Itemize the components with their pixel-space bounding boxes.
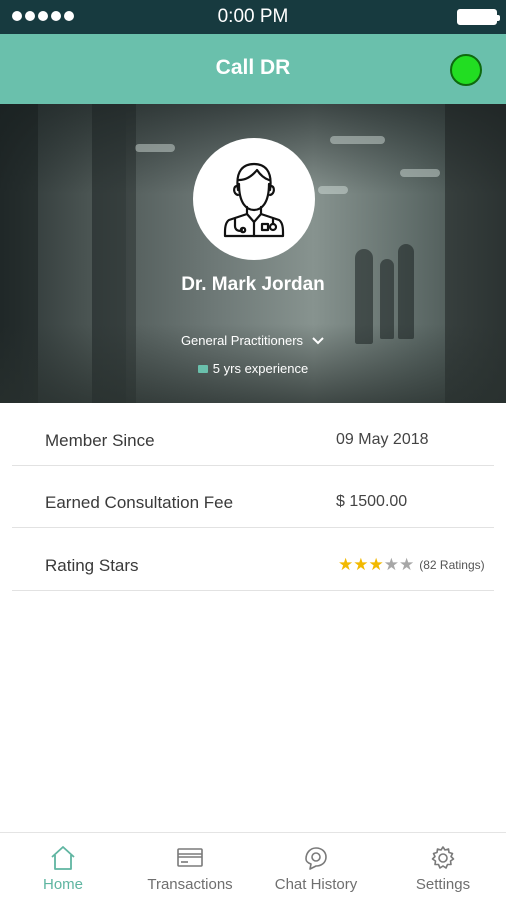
experience-label: 5 yrs experience bbox=[212, 361, 309, 376]
stars-group: ★ ★ ★ ★ ★ bbox=[338, 556, 414, 573]
briefcase-icon bbox=[197, 364, 208, 373]
profile-hero: Dr. Mark Jordan General Practitioners 5 … bbox=[0, 104, 506, 403]
online-status-indicator[interactable] bbox=[450, 54, 482, 86]
tab-home[interactable]: Home bbox=[0, 833, 126, 900]
battery-icon bbox=[457, 9, 500, 25]
card-icon bbox=[177, 848, 203, 867]
doctor-avatar bbox=[193, 138, 315, 260]
member-since-value: 09 May 2018 bbox=[336, 431, 429, 448]
member-since-label: Member Since bbox=[45, 431, 155, 450]
experience-info: 5 yrs experience bbox=[0, 361, 506, 376]
app-header: Call DR bbox=[0, 34, 506, 104]
chat-icon bbox=[305, 847, 327, 870]
star-icon: ★ bbox=[368, 555, 384, 574]
star-icon: ★ bbox=[338, 555, 354, 574]
doctor-name: Dr. Mark Jordan bbox=[181, 274, 325, 295]
tab-label: Home bbox=[42, 876, 83, 893]
chevron-down-icon bbox=[312, 336, 324, 344]
app-title: Call DR bbox=[215, 56, 291, 79]
consultation-fee-label: Earned Consultation Fee bbox=[45, 493, 234, 512]
member-since-row: Member Since 09 May 2018 bbox=[12, 404, 494, 466]
specialty-dropdown[interactable]: General Practitioners bbox=[0, 333, 506, 348]
star-icon: ★ bbox=[399, 555, 415, 574]
rating-label: Rating Stars bbox=[45, 556, 139, 575]
consultation-fee-value: $ 1500.00 bbox=[336, 493, 408, 510]
tab-label: Settings bbox=[415, 876, 471, 893]
tab-transactions[interactable]: Transactions bbox=[127, 833, 253, 900]
tab-label: Chat History bbox=[274, 876, 358, 893]
rating-stars: ★ ★ ★ ★ ★ (82 Ratings) bbox=[338, 556, 485, 573]
rating-count: (82 Ratings) bbox=[419, 557, 485, 572]
doctor-icon bbox=[223, 162, 285, 238]
home-icon bbox=[51, 846, 75, 870]
gear-icon bbox=[431, 846, 455, 869]
star-icon: ★ bbox=[353, 555, 369, 574]
tab-chat-history[interactable]: Chat History bbox=[253, 833, 379, 900]
tab-settings[interactable]: Settings bbox=[380, 833, 506, 900]
star-icon: ★ bbox=[383, 555, 399, 574]
consultation-fee-row: Earned Consultation Fee $ 1500.00 bbox=[12, 466, 494, 528]
bottom-tab-bar: Home Transactions Chat History Settings bbox=[0, 832, 506, 900]
status-bar: 0:00 PM bbox=[0, 0, 506, 34]
specialty-label: General Practitioners bbox=[180, 333, 304, 348]
tab-label: Transactions bbox=[147, 876, 233, 893]
status-time: 0:00 PM bbox=[217, 6, 289, 27]
rating-row: Rating Stars ★ ★ ★ ★ ★ (82 Ratings) bbox=[12, 529, 494, 591]
